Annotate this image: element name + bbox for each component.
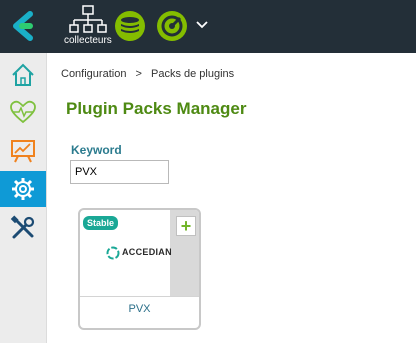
keyword-input[interactable] [70,160,169,184]
heartbeat-icon [10,100,36,124]
home-icon [12,63,34,86]
poller-status-icon[interactable] [156,10,188,47]
accedian-logo-icon [106,246,120,260]
chart-board-icon [11,140,35,163]
database-icon[interactable] [114,10,146,47]
breadcrumb-separator: > [135,68,142,80]
sidebar-item-home[interactable] [0,57,46,93]
page-title: Plugin Packs Manager [66,99,247,118]
status-badge: Stable [83,216,119,230]
breadcrumb-configuration[interactable]: Configuration [61,68,126,80]
chevron-down-icon[interactable] [196,17,208,35]
tools-icon [10,215,35,239]
sidebar-item-monitoring[interactable] [0,94,46,130]
sidebar-item-configuration[interactable] [0,171,46,207]
vendor-logo: ACCEDIAN [106,246,176,260]
collectors-button[interactable]: collecteurs [64,5,120,47]
breadcrumb-plugin-packs[interactable]: Packs de plugins [151,68,234,80]
breadcrumb: Configuration > Packs de plugins [61,68,240,80]
add-pack-button[interactable]: + [176,216,196,236]
card-divider [80,296,199,297]
sidebar-item-administration[interactable] [0,210,46,246]
plugin-pack-card[interactable]: Stable + ACCEDIAN PVX [78,208,201,330]
keyword-label: Keyword [71,143,122,157]
vendor-name: ACCEDIAN [122,247,172,257]
network-icon [69,5,107,33]
gear-icon [12,178,34,200]
plugin-pack-name[interactable]: PVX [80,303,199,315]
centreon-logo[interactable] [0,0,46,53]
sidebar-item-reporting[interactable] [0,133,46,169]
top-bar [0,0,416,53]
sidebar [0,53,47,343]
